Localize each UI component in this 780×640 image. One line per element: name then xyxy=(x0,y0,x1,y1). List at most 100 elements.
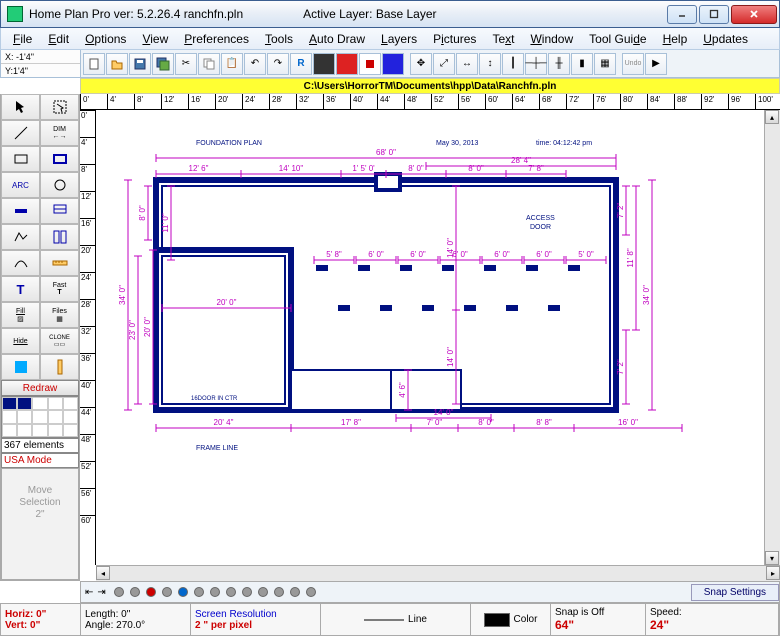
paste-button[interactable]: 📋 xyxy=(221,53,243,75)
menu-updates[interactable]: Updates xyxy=(695,30,756,48)
snap-dots[interactable] xyxy=(106,587,324,597)
svg-text:8' 0": 8' 0" xyxy=(138,205,147,221)
window-title: Home Plan Pro ver: 5.2.26.4 ranchfn.pln xyxy=(29,7,243,21)
tool-Fast T[interactable]: FastT xyxy=(40,276,79,302)
r-button[interactable]: R xyxy=(290,53,312,75)
menu-edit[interactable]: Edit xyxy=(40,30,77,48)
menu-window[interactable]: Window xyxy=(522,30,581,48)
redo-button[interactable]: ↷ xyxy=(267,53,289,75)
menu-autodraw[interactable]: Auto Draw xyxy=(301,30,373,48)
tool-wall2[interactable] xyxy=(40,198,79,224)
status-perpixel: 2 " per pixel xyxy=(195,620,316,631)
redraw-button[interactable]: Redraw xyxy=(1,380,79,396)
menu-toolguide[interactable]: Tool Guide xyxy=(581,30,654,48)
vertical-scrollbar[interactable]: ▴ ▾ xyxy=(764,110,780,565)
status-screenres: Screen Resolution xyxy=(195,609,316,620)
menu-view[interactable]: View xyxy=(134,30,176,48)
menu-file[interactable]: File xyxy=(5,30,40,48)
vpan-button[interactable]: ↕ xyxy=(479,53,501,75)
color-palette[interactable] xyxy=(1,396,79,438)
svg-text:23' 0": 23' 0" xyxy=(128,320,137,340)
status-speed-label: Speed: xyxy=(650,607,774,618)
tool-rulerv[interactable] xyxy=(40,354,79,380)
maximize-button[interactable] xyxy=(699,5,729,24)
snap-settings-button[interactable]: Snap Settings xyxy=(691,584,779,601)
scroll-down-button[interactable]: ▾ xyxy=(765,551,779,565)
svg-text:11' 8": 11' 8" xyxy=(626,248,635,268)
tool-tex[interactable] xyxy=(1,354,40,380)
svg-text:6' 0": 6' 0" xyxy=(368,250,384,259)
svg-text:5' 8": 5' 8" xyxy=(326,250,342,259)
undo2-button[interactable]: Undo xyxy=(622,53,644,75)
tool-ruler[interactable] xyxy=(40,250,79,276)
svg-text:DOOR: DOOR xyxy=(530,224,551,231)
svg-text:6' 0": 6' 0" xyxy=(494,250,510,259)
halign-button[interactable]: ┃ xyxy=(502,53,524,75)
tool-arrow[interactable] xyxy=(1,94,40,120)
svg-text:FRAME LINE: FRAME LINE xyxy=(196,445,238,452)
svg-text:7' 2": 7' 2" xyxy=(616,359,625,375)
tool-curve[interactable] xyxy=(1,250,40,276)
tool-circle[interactable] xyxy=(40,172,79,198)
minimize-button[interactable] xyxy=(667,5,697,24)
tool-select[interactable] xyxy=(40,94,79,120)
new-file-button[interactable] xyxy=(83,53,105,75)
status-snap: Snap is Off xyxy=(555,607,641,618)
grid-button[interactable]: ▦ xyxy=(594,53,616,75)
svg-text:34' 0": 34' 0" xyxy=(642,285,651,305)
close-button[interactable] xyxy=(731,5,777,24)
drawing-canvas[interactable]: 68' 0"28' 4"12' 6"14' 10"1' 5' 0'8' 0"8'… xyxy=(96,110,764,565)
svg-text:8' 8": 8' 8" xyxy=(536,418,552,427)
column-button[interactable]: ▮ xyxy=(571,53,593,75)
tool-line[interactable] xyxy=(1,120,40,146)
record-button[interactable] xyxy=(336,53,358,75)
scroll-right-button[interactable]: ▸ xyxy=(766,566,780,580)
status-angle: Angle: 270.0° xyxy=(85,620,186,631)
scroll-left-button[interactable]: ◂ xyxy=(96,566,110,580)
tool-wall1[interactable] xyxy=(1,198,40,224)
left-toolbox: DIM←→ARC TFastTFill▨Files▦HideCLONE▭▭ Red… xyxy=(0,94,80,581)
hpan-button[interactable]: ↔ xyxy=(456,53,478,75)
center-button[interactable]: ─┼─ xyxy=(525,53,547,75)
dist-button[interactable]: ╫ xyxy=(548,53,570,75)
menu-tools[interactable]: Tools xyxy=(257,30,301,48)
zoom-in-button[interactable]: ⤢ xyxy=(433,53,455,75)
move-tool[interactable]: ✥ xyxy=(410,53,432,75)
tool-ARC[interactable]: ARC xyxy=(1,172,40,198)
blue-button[interactable] xyxy=(382,53,404,75)
tool-CLONE[interactable]: CLONE▭▭ xyxy=(40,328,79,354)
undo-button[interactable]: ↶ xyxy=(244,53,266,75)
tool-rect2[interactable] xyxy=(40,146,79,172)
dark-button[interactable] xyxy=(313,53,335,75)
menu-preferences[interactable]: Preferences xyxy=(176,30,257,48)
cut-button[interactable]: ✂ xyxy=(175,53,197,75)
tool-wall3[interactable] xyxy=(40,224,79,250)
scroll-up-button[interactable]: ▴ xyxy=(765,110,779,124)
save-button[interactable] xyxy=(129,53,151,75)
horizontal-scrollbar[interactable]: ◂ ▸ xyxy=(96,565,780,581)
menu-layers[interactable]: Layers xyxy=(373,30,425,48)
open-file-button[interactable] xyxy=(106,53,128,75)
tool-rect[interactable] xyxy=(1,146,40,172)
menu-text[interactable]: Text xyxy=(484,30,522,48)
tool-Fill[interactable]: Fill▨ xyxy=(1,302,40,328)
svg-text:ACCESS: ACCESS xyxy=(526,215,555,222)
usa-mode-label: USA Mode xyxy=(1,453,79,468)
copy-button[interactable] xyxy=(198,53,220,75)
menu-help[interactable]: Help xyxy=(655,30,696,48)
svg-text:8' 0": 8' 0" xyxy=(468,164,484,173)
color-swatch[interactable] xyxy=(484,613,510,627)
tool-Files[interactable]: Files▦ xyxy=(40,302,79,328)
tool-Hide[interactable]: Hide xyxy=(1,328,40,354)
tool-T[interactable]: T xyxy=(1,276,40,302)
menu-options[interactable]: Options xyxy=(77,30,134,48)
save-all-button[interactable] xyxy=(152,53,174,75)
tool-poly[interactable] xyxy=(1,224,40,250)
vertical-ruler: 0'4'8'12'16'20'24'28'32'36'40'44'48'52'5… xyxy=(80,110,96,565)
window-titlebar: Home Plan Pro ver: 5.2.26.4 ranchfn.pln … xyxy=(0,0,780,28)
menu-pictures[interactable]: Pictures xyxy=(425,30,484,48)
stop-button[interactable] xyxy=(359,53,381,75)
next-button[interactable]: ▶ xyxy=(645,53,667,75)
horizontal-ruler: 0'4'8'12'16'20'24'28'32'36'40'44'48'52'5… xyxy=(80,94,780,110)
tool-DIM[interactable]: DIM←→ xyxy=(40,120,79,146)
